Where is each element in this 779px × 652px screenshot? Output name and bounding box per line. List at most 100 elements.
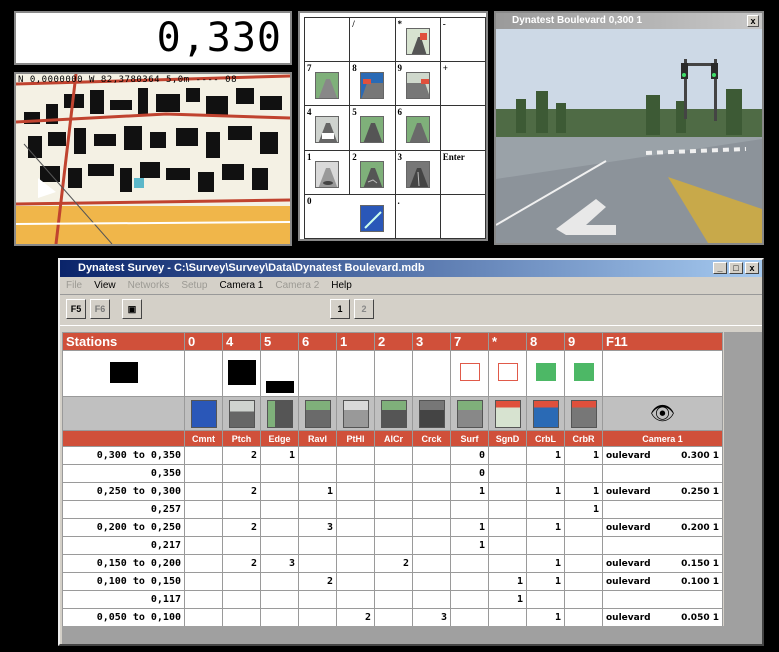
keypad-key-0[interactable]: 0 xyxy=(305,194,396,239)
survey-window[interactable]: Dynatest Survey - C:\Survey\Survey\Data\… xyxy=(58,258,764,646)
count-cell xyxy=(488,482,527,501)
camera-window-title: Dynatest Boulevard 0,300 1 xyxy=(512,15,643,26)
count-cell: 2 xyxy=(374,554,413,573)
menu-camera-2[interactable]: Camera 2 xyxy=(275,277,319,294)
keypad-key-1[interactable]: 1 xyxy=(305,150,351,195)
table-row[interactable]: 0,050 to 0,100 2 3 1 oulevard 0.050 1 xyxy=(62,608,723,627)
count-cell xyxy=(184,590,223,609)
count-cell xyxy=(488,536,527,555)
count-cell xyxy=(412,446,451,465)
camera-window-titlebar[interactable]: Dynatest Boulevard 0,300 1 x xyxy=(496,13,762,29)
camera-icon: 1 xyxy=(337,304,343,314)
station-cell: 0,150 to 0,200 xyxy=(62,554,185,573)
keypad-key-4[interactable]: 4 xyxy=(305,106,351,151)
count-cell xyxy=(222,572,261,591)
label-cell: PtHl xyxy=(336,430,375,447)
menu-view[interactable]: View xyxy=(94,277,116,294)
table-row[interactable]: 0,200 to 0,250 2 3 1 1 oulevard 0.200 1 xyxy=(62,518,723,537)
keypad-key-label: Enter xyxy=(442,151,465,162)
table-row[interactable]: 0,250 to 0,300 2 1 1 1 1 oulevard 0.250 1 xyxy=(62,482,723,501)
menu-help[interactable]: Help xyxy=(331,277,352,294)
close-button[interactable]: x xyxy=(747,15,759,27)
minimize-button[interactable]: _ xyxy=(713,262,727,274)
count-cell xyxy=(450,554,489,573)
count-cell: 2 xyxy=(222,518,261,537)
icon-cell[interactable] xyxy=(564,396,603,431)
table-row[interactable]: 0,117 1 xyxy=(62,590,723,609)
camera-2-button[interactable]: 2 xyxy=(354,299,374,319)
keypad-key-8[interactable]: 8 xyxy=(350,62,396,107)
keypad-key-6[interactable]: 6 xyxy=(395,106,441,151)
key-header: * xyxy=(488,332,527,351)
count-cell xyxy=(564,608,603,627)
keypad-key-minus[interactable]: - xyxy=(440,18,486,63)
keypad-key-2[interactable]: 2 xyxy=(350,150,396,195)
menu-file[interactable]: File xyxy=(66,277,82,294)
icon-cell[interactable] xyxy=(184,396,223,431)
table-row[interactable]: 0,150 to 0,200 2 3 2 1 oulevard 0.150 1 xyxy=(62,554,723,573)
keypad-key-3[interactable]: 3 xyxy=(395,150,441,195)
camera-window[interactable]: Dynatest Boulevard 0,300 1 x xyxy=(494,11,764,245)
table-row[interactable]: 0,100 to 0,150 2 1 1 oulevard 0.100 1 xyxy=(62,572,723,591)
keypad-key-7[interactable]: 7 xyxy=(305,62,351,107)
play-f5-button[interactable]: F5 xyxy=(66,299,86,319)
keypad-key-5[interactable]: 5 xyxy=(350,106,396,151)
keypad-key-plus[interactable]: + xyxy=(440,62,486,107)
keypad-key-divide[interactable]: / xyxy=(350,18,396,63)
icon-cell[interactable] xyxy=(450,396,489,431)
close-button[interactable]: x xyxy=(745,262,759,274)
edge-icon xyxy=(360,116,385,144)
count-cell xyxy=(336,536,375,555)
camera-1-button[interactable]: 1 xyxy=(330,299,350,319)
icon-cell[interactable] xyxy=(488,396,527,431)
count-cell xyxy=(450,572,489,591)
table-row[interactable]: 0,300 to 0,350 2 1 0 1 1 oulevard 0.300 1 xyxy=(62,446,723,465)
icon-cell[interactable] xyxy=(222,396,261,431)
keypad-key-multiply[interactable]: * xyxy=(395,18,441,63)
ravel-icon xyxy=(304,399,331,428)
count-cell xyxy=(184,554,223,573)
map-panel[interactable]: N 0,0000000 W 82,3780364 5,0m ---- 08 xyxy=(14,72,292,246)
crack-icon xyxy=(418,399,445,428)
pause-f6-button[interactable]: F6 xyxy=(90,299,110,319)
indicator-cell xyxy=(184,350,223,397)
icon-cell[interactable] xyxy=(298,396,337,431)
count-cell xyxy=(298,464,337,483)
icon-cell[interactable] xyxy=(526,396,565,431)
table-row[interactable]: 0,257 1 xyxy=(62,500,723,519)
street-map xyxy=(16,74,290,244)
icon-cell[interactable] xyxy=(412,396,451,431)
label-cell: CrbL xyxy=(526,430,565,447)
keypad-key-decimal[interactable]: . xyxy=(395,194,441,239)
camera-cell: oulevard 0.100 1 xyxy=(602,572,723,591)
f-key-button[interactable]: ▣ xyxy=(122,299,142,319)
table-row[interactable]: 0,350 0 xyxy=(62,464,723,483)
station-value: 0,330 xyxy=(156,15,282,61)
indicator-cell xyxy=(222,350,261,397)
station-cell: 0,250 to 0,300 xyxy=(62,482,185,501)
keypad-key-enter[interactable]: Enter xyxy=(440,150,486,195)
count-cell: 0 xyxy=(450,446,489,465)
menu-camera-1[interactable]: Camera 1 xyxy=(219,277,263,294)
count-cell xyxy=(260,536,299,555)
keypad-key-9[interactable]: 9 xyxy=(395,62,441,107)
maximize-button[interactable]: □ xyxy=(729,262,743,274)
count-cell xyxy=(412,536,451,555)
table-row[interactable]: 0,217 1 xyxy=(62,536,723,555)
camera-cell: oulevard 0.150 1 xyxy=(602,554,723,573)
count-cell xyxy=(260,590,299,609)
icon-cell[interactable] xyxy=(260,396,299,431)
menu-networks[interactable]: Networks xyxy=(128,277,170,294)
icon-cell[interactable] xyxy=(336,396,375,431)
icon-cell[interactable]: 👁 xyxy=(602,396,723,431)
survey-window-titlebar[interactable]: Dynatest Survey - C:\Survey\Survey\Data\… xyxy=(60,260,762,277)
count-cell xyxy=(184,608,223,627)
menu-setup[interactable]: Setup xyxy=(181,277,207,294)
indicator-cell xyxy=(602,350,723,397)
count-cell xyxy=(222,464,261,483)
icon-cell[interactable] xyxy=(374,396,413,431)
curb-left-icon xyxy=(360,72,385,100)
indicator-cell xyxy=(526,350,565,397)
keypad-key-label: 5 xyxy=(352,107,357,118)
count-cell: 1 xyxy=(450,536,489,555)
